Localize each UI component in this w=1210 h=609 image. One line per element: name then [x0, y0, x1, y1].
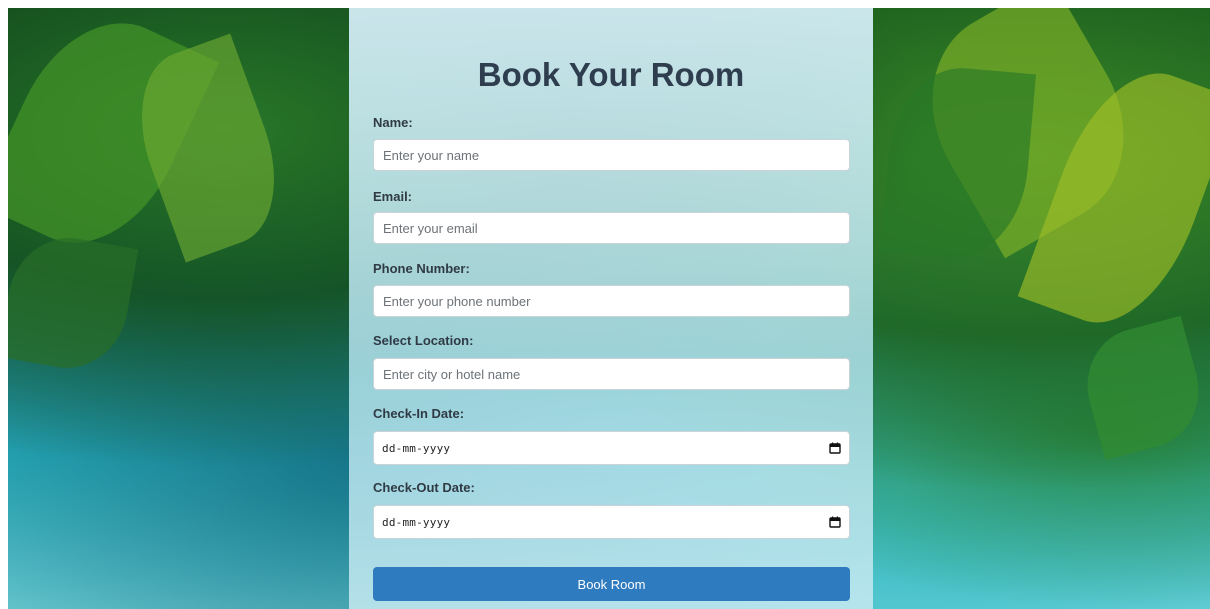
- checkin-date-field[interactable]: dd-mm-yyyy: [373, 431, 850, 465]
- checkout-label: Check-Out Date:: [373, 480, 475, 495]
- checkin-label: Check-In Date:: [373, 406, 465, 421]
- book-room-button[interactable]: Book Room: [373, 567, 850, 601]
- booking-form-panel: Book Your Room Name: Enter your name Ema…: [349, 8, 873, 609]
- location-label: Select Location:: [373, 333, 474, 348]
- tropical-background: Book Your Room Name: Enter your name Ema…: [8, 8, 1210, 609]
- calendar-icon[interactable]: [829, 442, 841, 454]
- checkout-date-value: dd-mm-yyyy: [382, 515, 451, 529]
- phone-label: Phone Number:: [373, 261, 470, 276]
- name-field[interactable]: Enter your name: [373, 139, 850, 171]
- checkout-date-field[interactable]: dd-mm-yyyy: [373, 505, 850, 539]
- location-field[interactable]: Enter city or hotel name: [373, 358, 850, 390]
- calendar-icon[interactable]: [829, 516, 841, 528]
- email-label: Email:: [373, 189, 413, 204]
- phone-field[interactable]: Enter your phone number: [373, 285, 850, 317]
- name-label: Name:: [373, 115, 413, 130]
- page-title: Book Your Room: [477, 56, 745, 93]
- bush-decoration: [8, 228, 139, 378]
- bush-decoration: [1074, 315, 1210, 461]
- email-field[interactable]: Enter your email: [373, 212, 850, 244]
- checkin-date-value: dd-mm-yyyy: [382, 441, 451, 455]
